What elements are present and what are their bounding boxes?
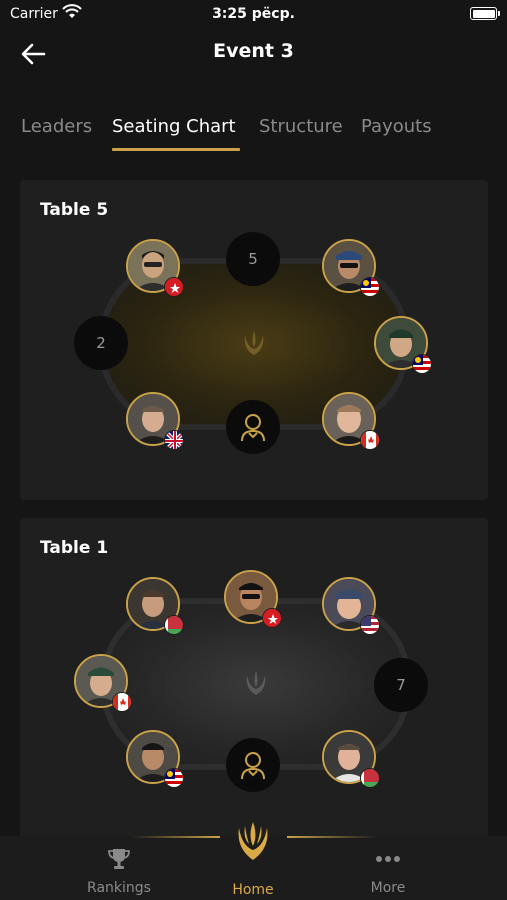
player-seat[interactable] — [224, 570, 282, 628]
nav-label: Rankings — [87, 880, 151, 896]
usa-flag-icon — [360, 615, 380, 635]
player-seat[interactable] — [322, 577, 380, 635]
tab-structure[interactable]: Structure — [259, 116, 343, 137]
empty-seat[interactable]: 7 — [374, 658, 428, 712]
table-name: Table 1 — [40, 538, 109, 558]
hong-kong-flag-icon — [164, 277, 184, 297]
home-logo-icon[interactable] — [233, 820, 273, 864]
trophy-icon — [108, 849, 130, 869]
hong-kong-flag-icon — [262, 608, 282, 628]
player-seat[interactable] — [126, 239, 184, 297]
logo-icon — [244, 331, 264, 355]
empty-seat[interactable]: 5 — [226, 232, 280, 286]
active-tab-indicator — [112, 148, 240, 151]
uk-flag-icon — [164, 430, 184, 450]
dealer-seat — [226, 738, 280, 792]
player-seat[interactable] — [322, 392, 380, 450]
belarus-flag-icon — [360, 768, 380, 788]
malaysia-flag-icon — [412, 354, 432, 374]
page-title: Event 3 — [213, 40, 294, 62]
nav-accent-line — [130, 836, 220, 838]
tab-bar: Leaders Seating Chart Structure Payouts — [0, 108, 507, 154]
seat-number: 7 — [396, 676, 406, 694]
dealer-seat — [226, 400, 280, 454]
nav-accent-line — [287, 836, 377, 838]
table-card: Table 5 5 2 — [20, 180, 488, 500]
tab-leaders[interactable]: Leaders — [21, 116, 92, 137]
player-seat[interactable] — [126, 730, 184, 788]
table-card: Table 1 7 — [20, 518, 488, 848]
logo-icon — [246, 671, 266, 695]
nav-label: More — [370, 880, 406, 896]
battery-icon — [470, 7, 500, 20]
seat-number: 2 — [96, 334, 106, 352]
player-seat[interactable] — [322, 730, 380, 788]
canada-flag-icon — [112, 692, 132, 712]
player-seat[interactable] — [322, 239, 380, 297]
table-name: Table 5 — [40, 200, 109, 220]
seat-number: 5 — [248, 250, 258, 268]
player-seat[interactable] — [74, 654, 132, 712]
malaysia-flag-icon — [360, 277, 380, 297]
player-seat[interactable] — [126, 577, 184, 635]
more-dots-icon — [376, 856, 400, 862]
nav-home[interactable]: Home — [193, 876, 313, 898]
tab-seating-chart[interactable]: Seating Chart — [112, 116, 236, 137]
player-seat[interactable] — [374, 316, 432, 374]
tab-payouts[interactable]: Payouts — [361, 116, 432, 137]
player-seat[interactable] — [126, 392, 184, 450]
belarus-flag-icon — [164, 615, 184, 635]
nav-label: Home — [232, 882, 274, 898]
dealer-icon — [241, 414, 265, 442]
empty-seat[interactable]: 2 — [74, 316, 128, 370]
nav-more[interactable]: More — [328, 848, 448, 896]
nav-rankings[interactable]: Rankings — [59, 848, 179, 896]
malaysia-flag-icon — [164, 768, 184, 788]
canada-flag-icon — [360, 430, 380, 450]
dealer-icon — [241, 752, 265, 780]
clock: 3:25 рёср. — [212, 6, 295, 22]
status-bar: Carrier 3:25 рёср. — [0, 0, 507, 30]
